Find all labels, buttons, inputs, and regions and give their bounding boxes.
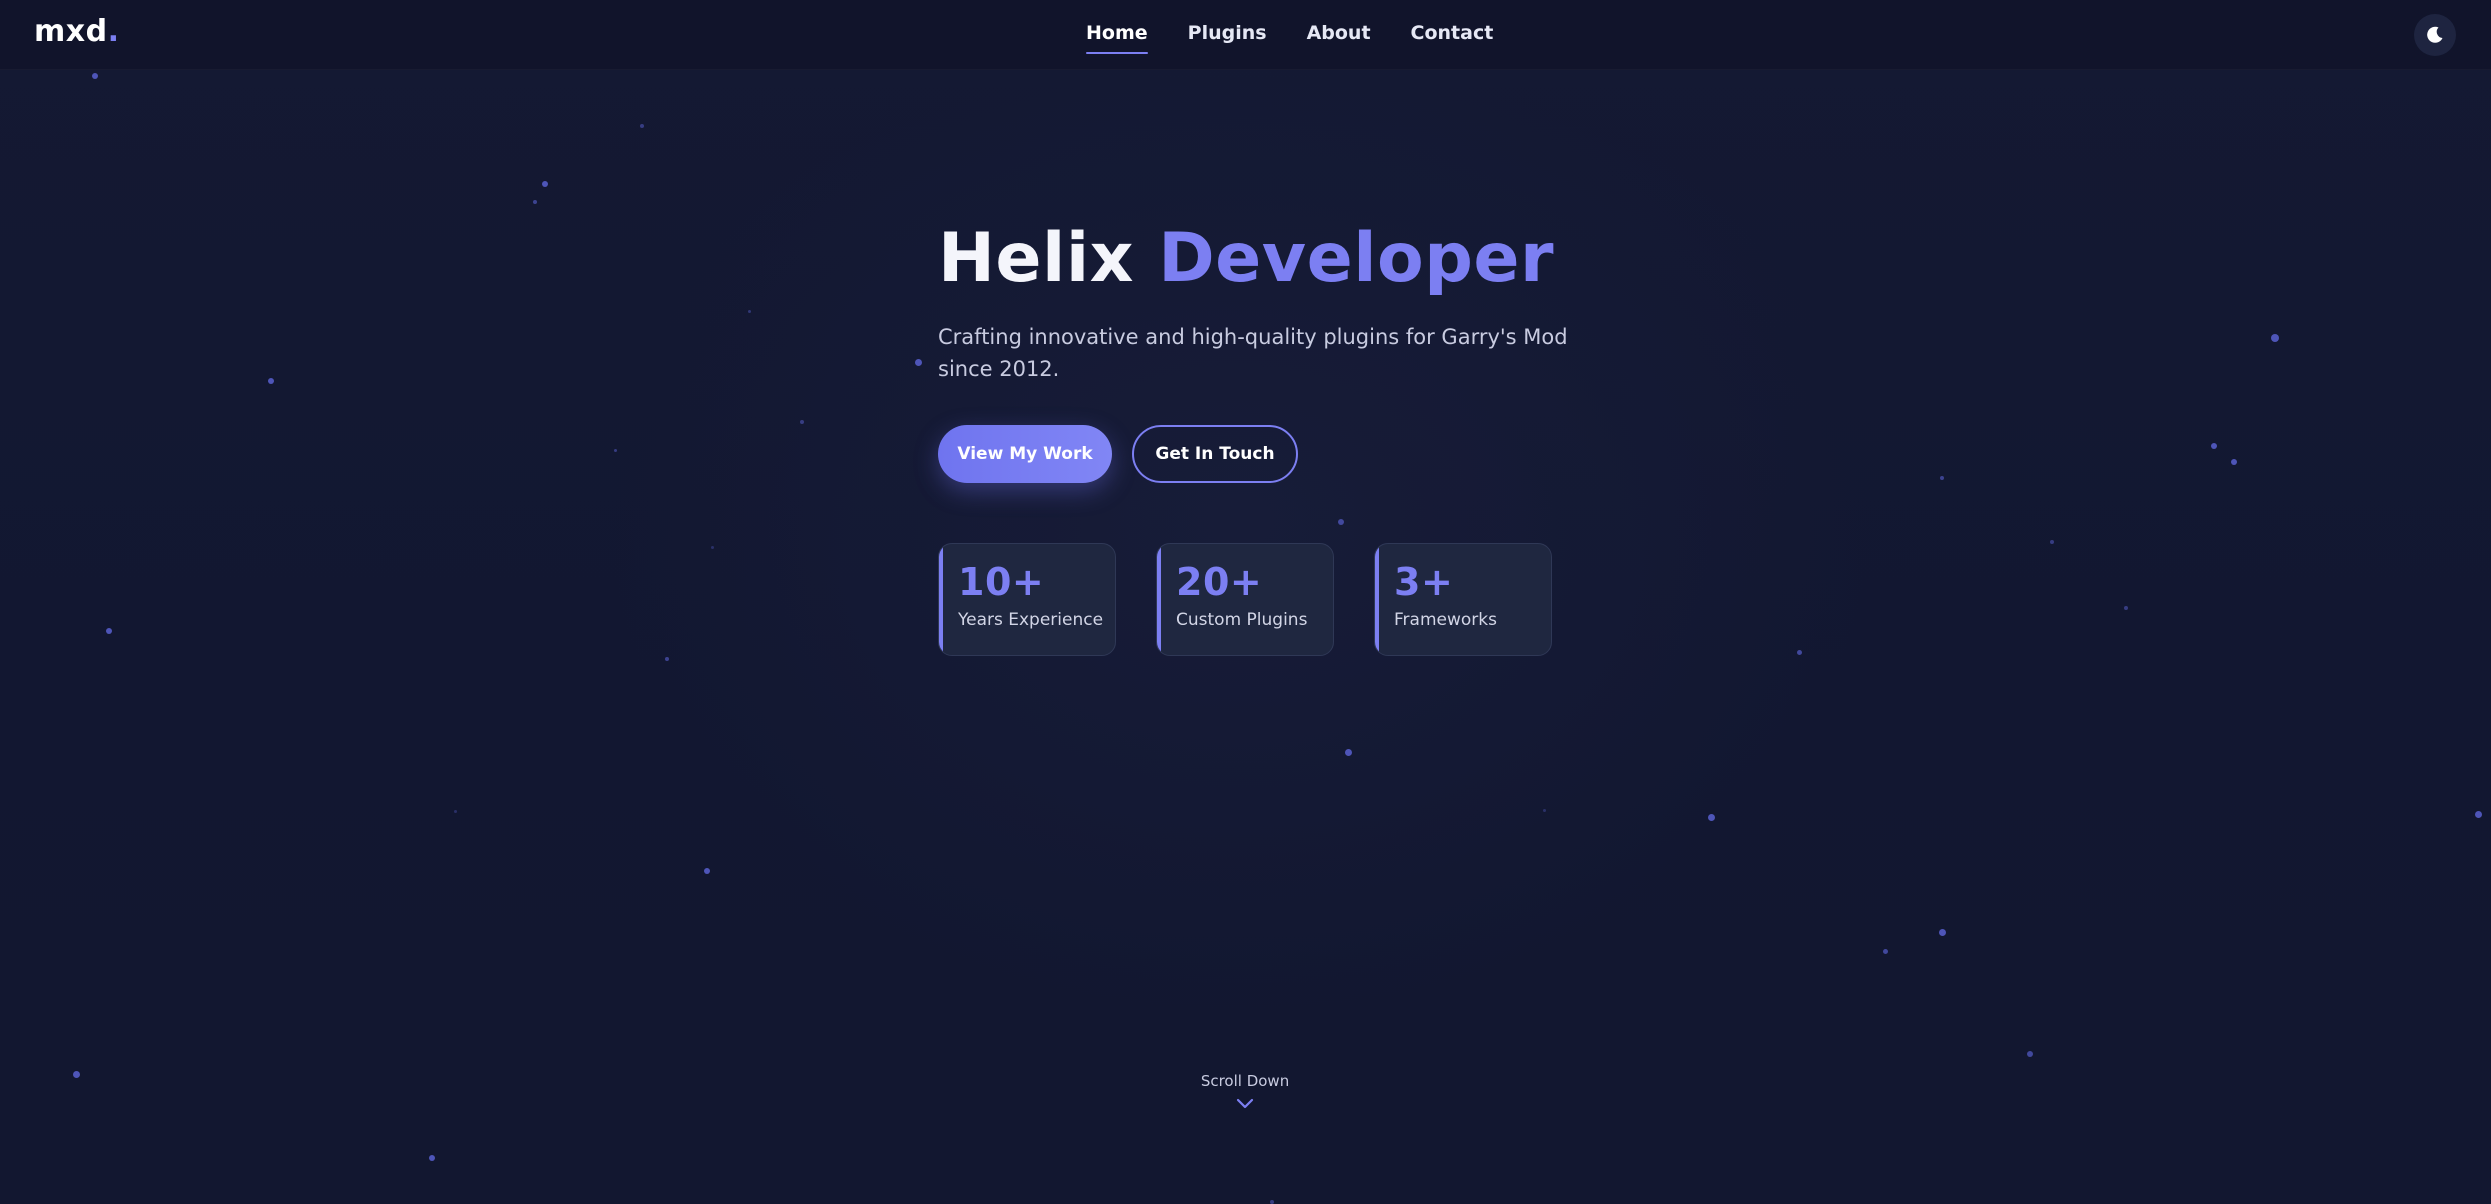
hero-actions: View My Work Get In Touch bbox=[938, 424, 1578, 483]
main-nav: Home Plugins About Contact bbox=[1086, 22, 1493, 54]
stats-row: 10+ Years Experience 20+ Custom Plugins … bbox=[938, 542, 1578, 656]
stat-card-years: 10+ Years Experience bbox=[938, 542, 1116, 656]
nav-link-contact[interactable]: Contact bbox=[1411, 22, 1494, 54]
nav-link-plugins[interactable]: Plugins bbox=[1188, 22, 1267, 54]
scroll-down-label: Scroll Down bbox=[1200, 1072, 1290, 1090]
stat-label: Frameworks bbox=[1394, 609, 1497, 630]
nav-link-home[interactable]: Home bbox=[1086, 22, 1148, 54]
nav-link-about[interactable]: About bbox=[1307, 22, 1371, 54]
logo-text: mxd bbox=[34, 14, 108, 49]
stat-card-frameworks: 3+ Frameworks bbox=[1374, 542, 1552, 656]
hero-title-accent: Developer bbox=[1158, 219, 1555, 298]
stat-card-plugins: 20+ Custom Plugins bbox=[1156, 542, 1334, 656]
hero-subtitle: Crafting innovative and high-quality plu… bbox=[938, 324, 1568, 381]
page: mxd. Home Plugins About Contact Helix De… bbox=[0, 0, 2491, 1204]
logo-dot: . bbox=[107, 14, 120, 49]
hero-title: Helix Developer bbox=[938, 219, 1578, 298]
moon-icon bbox=[2427, 26, 2443, 43]
view-my-work-button[interactable]: View My Work bbox=[938, 424, 1112, 483]
site-header: mxd. Home Plugins About Contact bbox=[0, 0, 2491, 70]
hero-title-plain: Helix bbox=[938, 219, 1159, 298]
stat-value: 20+ bbox=[1176, 559, 1263, 604]
chevron-down-icon bbox=[1236, 1098, 1254, 1109]
stat-value: 3+ bbox=[1394, 559, 1454, 604]
get-in-touch-button[interactable]: Get In Touch bbox=[1132, 424, 1298, 483]
stat-value: 10+ bbox=[958, 559, 1045, 604]
logo[interactable]: mxd. bbox=[34, 14, 120, 49]
stat-label: Years Experience bbox=[958, 609, 1104, 630]
hero-section: Helix Developer Crafting innovative and … bbox=[938, 219, 1578, 656]
theme-toggle-button[interactable] bbox=[2414, 14, 2456, 56]
stat-label: Custom Plugins bbox=[1176, 609, 1308, 630]
